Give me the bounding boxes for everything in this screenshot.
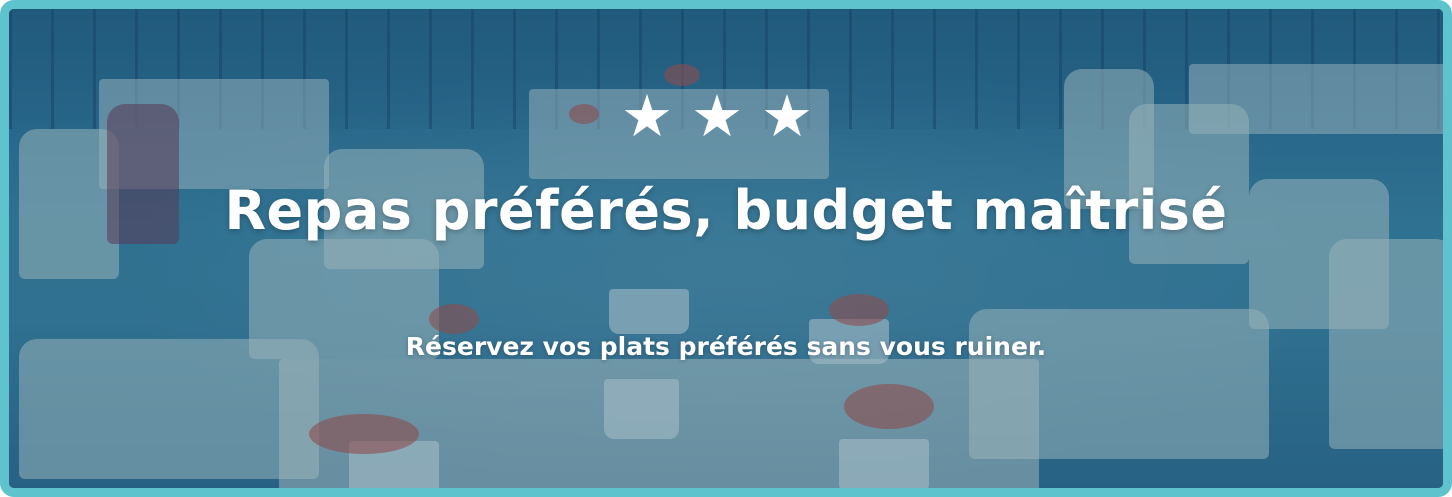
star-icon: ★ xyxy=(621,82,691,150)
promo-banner[interactable]: ★★★ Repas préférés, budget maîtrisé Rése… xyxy=(0,0,1452,497)
star-icon: ★ xyxy=(761,82,831,150)
banner-headline: Repas préférés, budget maîtrisé xyxy=(224,179,1228,242)
tint-overlay xyxy=(9,9,1443,488)
star-icon: ★ xyxy=(691,82,761,150)
rating-stars: ★★★ xyxy=(9,87,1443,145)
banner-subheadline: Réservez vos plats préférés sans vous ru… xyxy=(405,332,1047,361)
